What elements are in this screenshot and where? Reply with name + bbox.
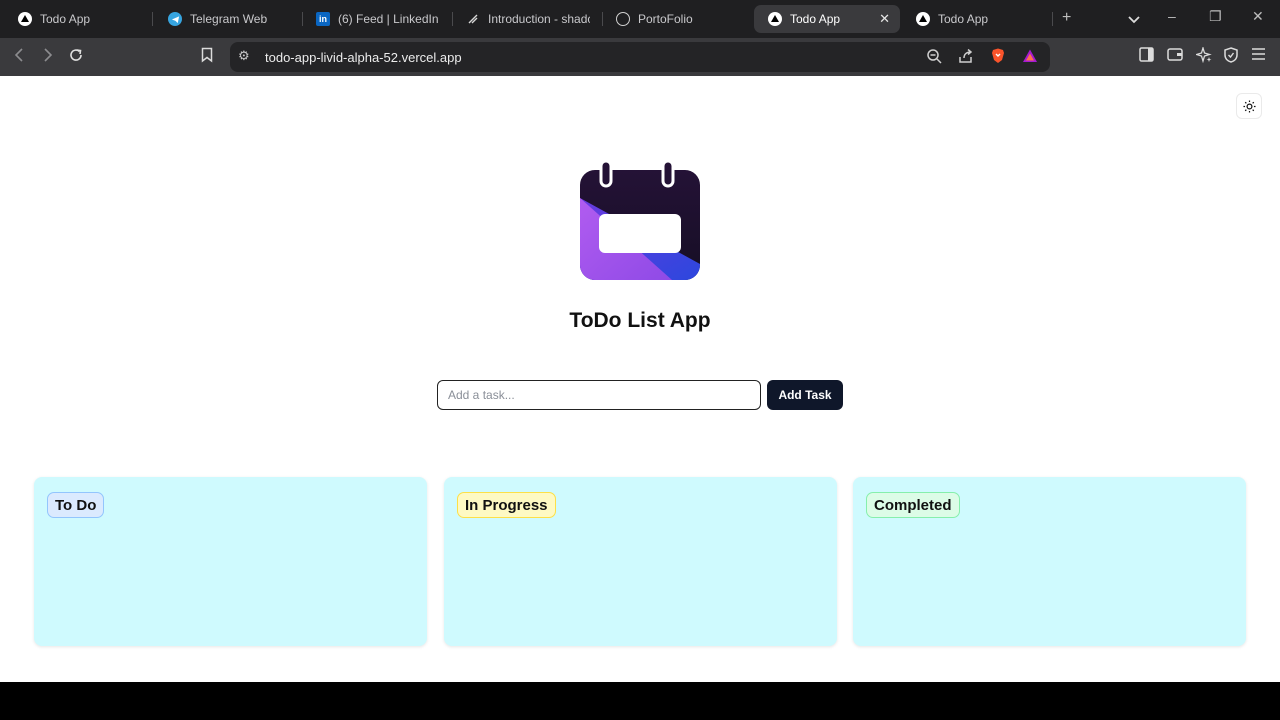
zoom-icon[interactable] (926, 48, 942, 67)
wallet-icon[interactable] (1167, 47, 1183, 66)
site-settings-icon[interactable]: ⚙ (238, 48, 250, 64)
task-input[interactable] (437, 380, 761, 410)
tab-title: Introduction - shadc (488, 12, 590, 26)
forward-icon[interactable] (43, 47, 53, 68)
minimize-icon[interactable]: – (1168, 8, 1176, 24)
tab-divider (152, 12, 153, 26)
column-completed[interactable]: Completed (853, 477, 1246, 646)
theme-toggle-button[interactable] (1236, 93, 1262, 119)
column-todo[interactable]: To Do (34, 477, 427, 646)
brave-rewards-icon[interactable] (1022, 48, 1038, 67)
tab-divider (1052, 12, 1053, 26)
restore-icon[interactable]: ❐ (1209, 8, 1222, 25)
share-icon[interactable] (958, 48, 974, 67)
todo-app-page: ToDo List App Add Task To Do In Progress… (0, 76, 1280, 682)
column-label-in-progress: In Progress (457, 492, 556, 518)
close-window-icon[interactable]: ✕ (1252, 8, 1264, 25)
browser-tab-strip: Todo App Telegram Web in (6) Feed | Link… (0, 0, 1280, 38)
close-tab-icon[interactable]: ✕ (879, 11, 890, 27)
vercel-icon (18, 12, 32, 26)
menu-icon[interactable] (1251, 47, 1266, 65)
tab-title: Todo App (40, 12, 91, 26)
vercel-icon (916, 12, 930, 26)
tab-title: (6) Feed | LinkedIn (338, 12, 439, 26)
browser-toolbar: ⚙ todo-app-livid-alpha-52.vercel.app (0, 38, 1280, 76)
calendar-logo-icon (580, 159, 700, 280)
tab-title: Todo App (790, 12, 841, 26)
address-bar[interactable]: ⚙ todo-app-livid-alpha-52.vercel.app (230, 42, 1050, 72)
add-task-button[interactable]: Add Task (767, 380, 843, 410)
telegram-icon (168, 12, 182, 26)
tab-search-icon[interactable] (1128, 11, 1140, 27)
vpn-shield-icon[interactable] (1224, 47, 1238, 67)
linkedin-icon: in (316, 12, 330, 26)
column-label-completed: Completed (866, 492, 960, 518)
screen-bottom-bar (0, 682, 1280, 720)
page-title: ToDo List App (569, 309, 711, 332)
browser-tab[interactable]: Telegram Web (154, 5, 300, 33)
reload-icon[interactable] (68, 47, 84, 68)
browser-tab[interactable]: Todo App (4, 5, 150, 33)
column-label-todo: To Do (47, 492, 105, 518)
sidebar-icon[interactable] (1139, 47, 1154, 66)
new-tab-icon[interactable]: + (1062, 9, 1071, 27)
bookmark-icon[interactable] (201, 47, 213, 68)
tab-title: PortoFolio (638, 12, 693, 26)
leo-ai-icon[interactable] (1194, 45, 1212, 67)
browser-tab[interactable]: Todo App (902, 5, 1050, 33)
browser-tab-active[interactable]: Todo App ✕ (754, 5, 900, 33)
url-text: todo-app-livid-alpha-52.vercel.app (265, 50, 462, 65)
tab-title: Telegram Web (190, 12, 268, 26)
column-in-progress[interactable]: In Progress (444, 477, 837, 646)
browser-tab[interactable]: Introduction - shadc (452, 5, 600, 33)
back-icon[interactable] (14, 47, 24, 68)
tab-title: Todo App (938, 12, 989, 26)
shadcn-icon (466, 12, 480, 26)
browser-tab[interactable]: PortoFolio (602, 5, 750, 33)
brave-shields-icon[interactable] (990, 48, 1006, 67)
sun-icon (1242, 99, 1256, 113)
vercel-icon (768, 12, 782, 26)
browser-tab[interactable]: in (6) Feed | LinkedIn (302, 5, 450, 33)
globe-icon (616, 12, 630, 26)
